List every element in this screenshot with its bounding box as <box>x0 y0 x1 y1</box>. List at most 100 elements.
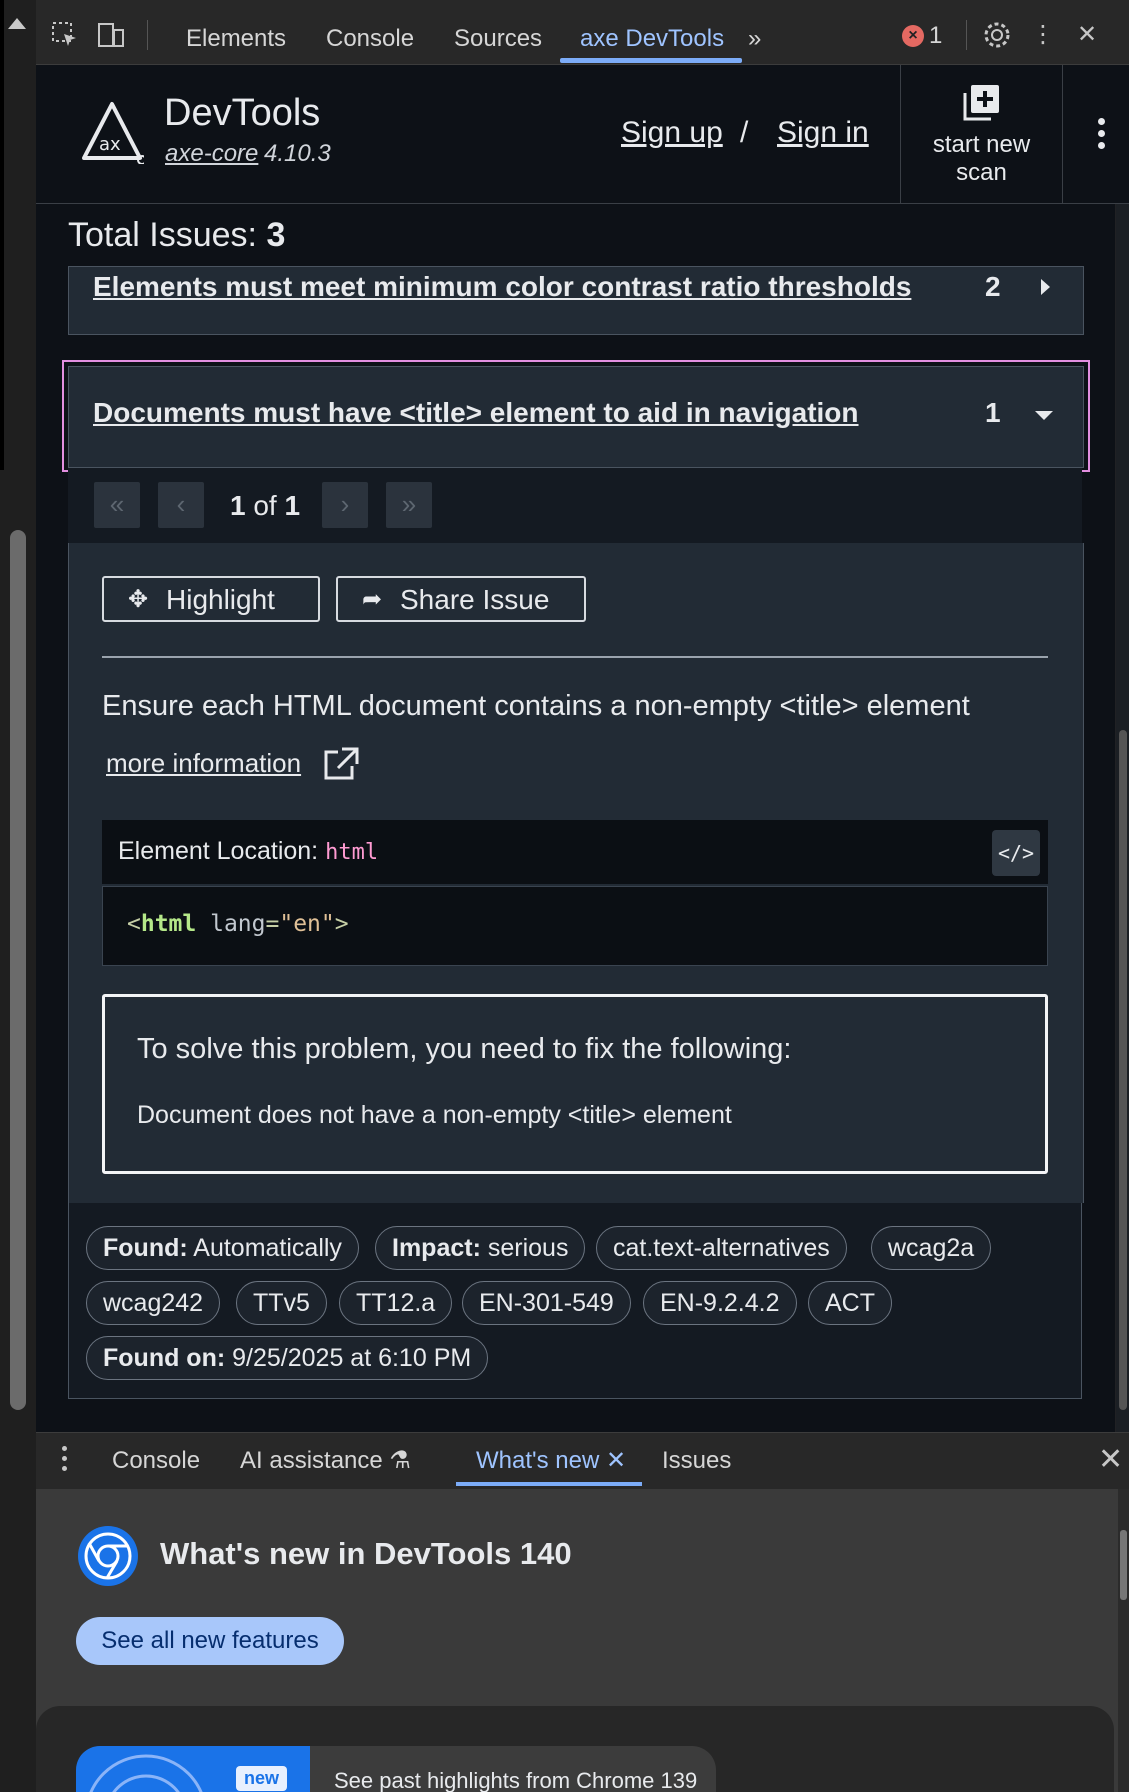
code-tag: html <box>140 911 197 937</box>
tab-console[interactable]: Console <box>326 0 414 64</box>
close-drawer-icon[interactable]: ✕ <box>1098 1442 1123 1477</box>
fix-item: Document does not have a non-empty <titl… <box>137 1101 732 1129</box>
drawer-tab-issues[interactable]: Issues <box>662 1433 731 1489</box>
external-link-icon[interactable] <box>322 746 360 782</box>
issue-group-document-title[interactable]: Documents must have <title> element to a… <box>68 366 1084 468</box>
tag-key: Impact: <box>392 1234 481 1262</box>
active-tab-indicator <box>560 58 742 63</box>
issue-title-link[interactable]: Elements must meet minimum color contras… <box>93 271 911 303</box>
total-issues-label: Total Issues: <box>68 216 257 254</box>
tag-value: serious <box>487 1234 569 1262</box>
collapse-caret-icon[interactable] <box>1035 411 1053 420</box>
tag-value: Automatically <box>193 1234 342 1262</box>
start-scan-label: start new scan <box>901 131 1062 187</box>
drawer-scrollbar-thumb[interactable] <box>1120 1530 1127 1600</box>
axe-menu-kebab-icon[interactable] <box>1095 118 1107 152</box>
how-to-fix-box: To solve this problem, you need to fix t… <box>102 994 1048 1174</box>
see-all-features-button[interactable]: See all new features <box>76 1617 344 1665</box>
total-issues: Total Issues: 3 <box>68 216 285 255</box>
tag-found-on: Found on: 9/25/2025 at 6:10 PM <box>86 1336 489 1380</box>
tab-elements[interactable]: Elements <box>186 0 286 64</box>
drawer-tab-ai-assistance[interactable]: AI assistance ⚗ <box>240 1433 411 1489</box>
tag-wcag: wcag242 <box>86 1281 221 1325</box>
axe-core-link[interactable]: axe-core <box>165 140 258 168</box>
issue-title-link[interactable]: Documents must have <title> element to a… <box>93 397 859 429</box>
issue-count: 2 <box>985 271 1001 302</box>
start-scan-icon <box>963 85 999 121</box>
prev-page-button[interactable]: ‹ <box>158 482 204 528</box>
auth-separator: / <box>740 116 749 149</box>
next-page-button[interactable]: › <box>322 482 368 528</box>
tab-axe-devtools[interactable]: axe DevTools <box>580 0 724 64</box>
total-issues-count: 3 <box>266 216 286 254</box>
tag-standard: EN-9.2.4.2 <box>643 1281 797 1325</box>
pager-current: 1 <box>230 490 246 521</box>
more-vert-icon[interactable]: ⋮ <box>1028 20 1058 50</box>
more-tabs-chevron-icon[interactable]: » <box>748 0 761 64</box>
issue-group-color-contrast[interactable]: Elements must meet minimum color contras… <box>68 266 1084 335</box>
close-icon[interactable]: ✕ <box>1072 20 1102 50</box>
tag-category: cat.text-alternatives <box>596 1226 847 1270</box>
device-toolbar-icon[interactable] <box>96 20 126 50</box>
pager-of: of <box>253 490 277 521</box>
start-scan-label-line2: scan <box>956 159 1007 186</box>
close-tab-icon[interactable]: ✕ <box>606 1447 626 1474</box>
tab-sources[interactable]: Sources <box>454 0 542 64</box>
code-attr: lang <box>210 911 266 937</box>
code-icon[interactable]: </> <box>992 830 1040 876</box>
tag-found: Found: Automatically <box>86 1226 359 1270</box>
expand-caret-icon[interactable] <box>1041 279 1050 295</box>
scroll-up-arrow-icon[interactable] <box>8 18 26 29</box>
toolbar-divider <box>147 20 148 50</box>
source-code: <html lang="en"> <box>127 911 349 937</box>
tag-key: Found: <box>103 1234 188 1262</box>
tag-value: 9/25/2025 at 6:10 PM <box>232 1344 472 1372</box>
code-attr-value: "en" <box>279 911 335 937</box>
highlight-crosshair-icon: ✥ <box>128 586 149 613</box>
tag-standard: EN-301-549 <box>462 1281 631 1325</box>
new-badge: new <box>236 1766 288 1791</box>
element-location: Element Location: html <box>118 837 378 866</box>
highlight-button[interactable]: ✥ Highlight <box>102 576 320 622</box>
past-highlights-text: See past highlights from Chrome 139 <box>334 1768 698 1792</box>
first-page-button[interactable]: « <box>94 482 140 528</box>
issue-pager: « ‹ 1 of 1 › » <box>68 468 1082 543</box>
pager-total: 1 <box>284 490 301 521</box>
experiment-flask-icon: ⚗ <box>389 1447 411 1474</box>
drawer-tab-whats-new[interactable]: What's new ✕ <box>476 1433 626 1489</box>
highlight-label: Highlight <box>166 584 275 615</box>
tag-key: Found on: <box>103 1344 226 1372</box>
error-icon[interactable]: × <box>902 25 924 47</box>
pager-status: 1 of 1 <box>230 490 300 522</box>
whats-new-title: What's new in DevTools 140 <box>160 1536 572 1571</box>
sign-up-link[interactable]: Sign up <box>621 116 723 150</box>
devtools-tab-bar: Elements Console Sources axe DevTools » … <box>36 0 1129 65</box>
element-location-selector: html <box>325 840 379 865</box>
share-arrow-icon: ➦ <box>362 586 383 613</box>
left-scrollbar-thumb[interactable] <box>10 530 26 1410</box>
element-location-header: Element Location: html </> <box>102 820 1048 884</box>
last-page-button[interactable]: » <box>386 482 432 528</box>
share-issue-button[interactable]: ➦ Share Issue <box>336 576 586 622</box>
tag-standard: TTv5 <box>236 1281 327 1325</box>
tag-standard: ACT <box>808 1281 892 1325</box>
drawer-active-tab-indicator <box>456 1482 642 1486</box>
drawer-tab-console[interactable]: Console <box>112 1433 200 1489</box>
sign-in-link[interactable]: Sign in <box>777 116 869 150</box>
app-title: DevTools <box>164 92 321 134</box>
code-equals: = <box>265 911 280 937</box>
rule-description: Ensure each HTML document contains a non… <box>102 690 970 722</box>
element-location-label: Element Location: <box>118 837 319 865</box>
settings-gear-icon[interactable] <box>982 20 1012 50</box>
tag-impact: Impact: serious <box>375 1226 586 1270</box>
tag-standard: TT12.a <box>339 1281 453 1325</box>
more-information-link[interactable]: more information <box>106 748 301 779</box>
select-element-icon[interactable] <box>50 20 80 50</box>
header-divider <box>1062 65 1063 203</box>
results-scrollbar-thumb[interactable] <box>1119 730 1127 1410</box>
axe-core-version: 4.10.3 <box>264 140 331 167</box>
start-new-scan-button[interactable]: start new scan <box>901 65 1062 203</box>
error-count[interactable]: 1 <box>929 22 942 50</box>
drawer-menu-kebab-icon[interactable] <box>60 1446 68 1476</box>
past-highlights-card[interactable]: new See past highlights from Chrome 139 <box>76 1746 716 1792</box>
